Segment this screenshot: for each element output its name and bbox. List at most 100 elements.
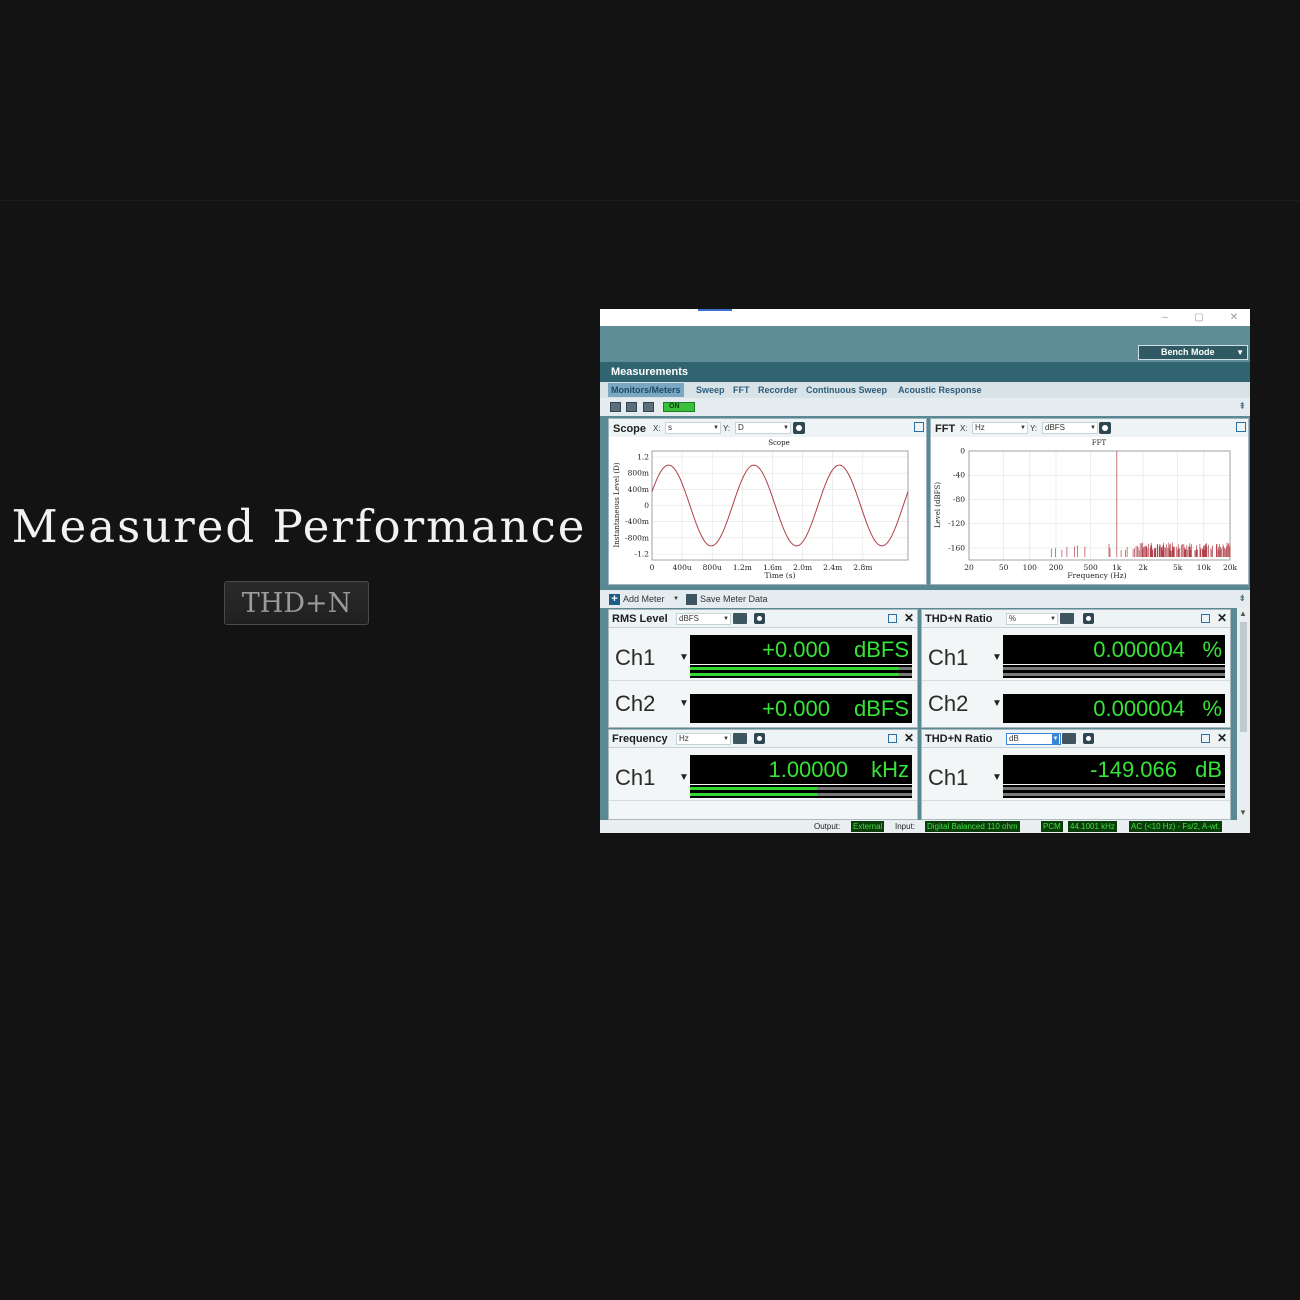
scroll-down-icon[interactable]: ▼ (1239, 808, 1247, 817)
rms-popout-icon[interactable] (888, 614, 897, 623)
rms-unit-select[interactable]: dBFS ▼ (676, 613, 731, 625)
scroll-up-icon[interactable]: ▲ (1239, 609, 1247, 618)
add-meter-button[interactable]: Add Meter (623, 594, 665, 604)
fft-popout-icon[interactable] (1236, 422, 1246, 432)
meter-toolbar: + Add Meter ▼ Save Meter Data ⇟ (600, 590, 1250, 608)
thdn-ch1-value: 0.000004 (1093, 637, 1185, 662)
tab-continuous-sweep[interactable]: Continuous Sweep (806, 383, 887, 397)
fft-x-unit-select[interactable]: Hz ▼ (972, 422, 1028, 434)
thdn-db-header: THD+N Ratio dB ▼ ✕ (922, 730, 1230, 748)
thdn-badge[interactable]: THD+N (224, 581, 369, 625)
generator-icon[interactable] (626, 402, 637, 412)
fft-panel: FFT X: Hz ▼ Y: dBFS ▼ FFT 0 -40 -80 -120 -160 … (930, 418, 1249, 585)
chevron-down-icon: ▼ (723, 736, 729, 742)
thdn-db-ch1-label: Ch1 (928, 765, 969, 790)
rms-close-icon[interactable]: ✕ (904, 611, 914, 625)
tab-acoustic-response[interactable]: Acoustic Response (898, 383, 982, 397)
thdn-db-popout-icon[interactable] (1201, 734, 1210, 743)
thdn-ch1-dropdown-icon[interactable]: ▼ (992, 652, 1002, 663)
rms-ch1-dropdown-icon[interactable]: ▼ (679, 652, 689, 663)
scope-header: Scope X: s ▼ Y: D ▼ (609, 419, 926, 437)
frequency-ch1-readout: 1.00000 kHz (690, 755, 912, 784)
chevron-down-icon[interactable]: ▼ (673, 596, 679, 602)
thdn-db-gear-icon[interactable] (1083, 733, 1094, 744)
fft-settings-gear-icon[interactable] (1099, 422, 1111, 434)
tab-fft[interactable]: FFT (733, 383, 750, 397)
generator-on-toggle[interactable]: ON (663, 402, 695, 412)
rms-settings-gear-icon[interactable] (754, 613, 765, 624)
rms-level-meter: RMS Level dBFS ▼ ✕ Ch1 ▼ +0.000 dBFS Ch2 ▼… (608, 609, 918, 728)
tab-recorder[interactable]: Recorder (758, 383, 798, 397)
scope-x-tick: 2.8m (853, 563, 872, 572)
chevron-down-icon: ▼ (1050, 616, 1056, 622)
waveform-icon[interactable] (643, 402, 654, 412)
meter-display-icon[interactable] (1060, 613, 1074, 624)
scope-y-tick: -800m (625, 533, 649, 542)
fft-plot-frame (968, 450, 1231, 561)
meter-display-icon[interactable] (733, 733, 747, 744)
rms-header: RMS Level dBFS ▼ ✕ (609, 610, 917, 628)
thdn-ch2-dropdown-icon[interactable]: ▼ (992, 698, 1002, 709)
tab-monitors-meters[interactable]: Monitors/Meters (608, 383, 684, 397)
frequency-unit-select[interactable]: Hz ▼ (676, 733, 731, 745)
scope-x-tick: 1.2m (733, 563, 752, 572)
fft-y-tick: -40 (953, 471, 965, 480)
rms-ch1-unit: dBFS (853, 637, 909, 662)
expand-icon[interactable]: ⇟ (1238, 593, 1246, 604)
filter-value[interactable]: AC (<10 Hz) - Fs/2, A-wt. (1129, 821, 1223, 832)
fft-y-axis-label: Level (dBFS) (934, 482, 942, 528)
thdn-db-ch1-dropdown-icon[interactable]: ▼ (992, 772, 1002, 783)
thdn-db-ch1-unit: dB (1195, 757, 1222, 782)
fft-y-unit-select[interactable]: dBFS ▼ (1042, 422, 1098, 434)
scroll-thumb[interactable] (1240, 622, 1247, 732)
save-meter-data-button[interactable]: Save Meter Data (700, 594, 768, 604)
row-separator (609, 680, 917, 681)
restore-icon[interactable]: ▢ (1192, 311, 1206, 324)
close-window-icon[interactable]: ✕ (1227, 311, 1241, 324)
input-value[interactable]: Digital Balanced 110 ohm (925, 821, 1020, 832)
frequency-close-icon[interactable]: ✕ (904, 731, 914, 745)
fft-x-tick: 5k (1173, 563, 1183, 572)
thdn-ch2-value: 0.000004 (1093, 696, 1185, 721)
fft-x-tick: 10k (1197, 563, 1212, 572)
scope-x-axis-label: Time (s) (764, 571, 795, 580)
rms-ch2-dropdown-icon[interactable]: ▼ (679, 698, 689, 709)
fft-x-tick: 200 (1049, 563, 1064, 572)
scope-y-unit-select[interactable]: D ▼ (735, 422, 791, 434)
meter-display-icon[interactable] (733, 613, 747, 624)
thdn-percent-popout-icon[interactable] (1201, 614, 1210, 623)
minimize-icon[interactable]: – (1158, 311, 1172, 324)
scope-x-unit-select[interactable]: s ▼ (665, 422, 721, 434)
thdn-percent-close-icon[interactable]: ✕ (1217, 611, 1227, 625)
frequency-popout-icon[interactable] (888, 734, 897, 743)
thdn-percent-gear-icon[interactable] (1083, 613, 1094, 624)
scope-settings-gear-icon[interactable] (793, 422, 805, 434)
thdn-percent-unit-select[interactable]: % ▼ (1006, 613, 1058, 625)
chevron-down-icon: ▼ (723, 616, 729, 622)
scope-y-tick: 800m (628, 469, 649, 478)
tab-sweep[interactable]: Sweep (696, 383, 725, 397)
fft-x-axis-label: Frequency (Hz) (1067, 571, 1126, 580)
frequency-gear-icon[interactable] (754, 733, 765, 744)
format-value[interactable]: PCM (1041, 821, 1063, 832)
scope-popout-icon[interactable] (914, 422, 924, 432)
frequency-ch1-bar-fill (690, 787, 817, 790)
output-value[interactable]: External (851, 821, 885, 832)
thdn-ch1-label: Ch1 (928, 645, 969, 670)
rms-ch1-bar-fill (690, 673, 899, 676)
meter-display-icon[interactable] (1062, 733, 1076, 744)
thdn-ch2-label: Ch2 (928, 691, 969, 716)
frequency-title: Frequency (612, 733, 668, 745)
thdn-db-close-icon[interactable]: ✕ (1217, 731, 1227, 745)
sample-rate-value[interactable]: 44.1001 kHz (1068, 821, 1117, 832)
panel-layout-icon[interactable] (610, 402, 621, 412)
frequency-ch1-dropdown-icon[interactable]: ▼ (679, 772, 689, 783)
input-label: Input: (895, 822, 916, 831)
scope-y-tick: -400m (625, 517, 649, 526)
thdn-percent-title: THD+N Ratio (925, 613, 993, 625)
thdn-db-unit-select[interactable]: dB ▼ (1006, 733, 1061, 745)
bench-mode-select[interactable]: Bench Mode ▼ (1138, 345, 1248, 360)
rms-ch2-unit: dBFS (853, 696, 909, 721)
meters-scrollbar[interactable]: ▲ ▼ (1237, 608, 1250, 820)
collapse-icon[interactable]: ⇞ (1238, 401, 1246, 412)
